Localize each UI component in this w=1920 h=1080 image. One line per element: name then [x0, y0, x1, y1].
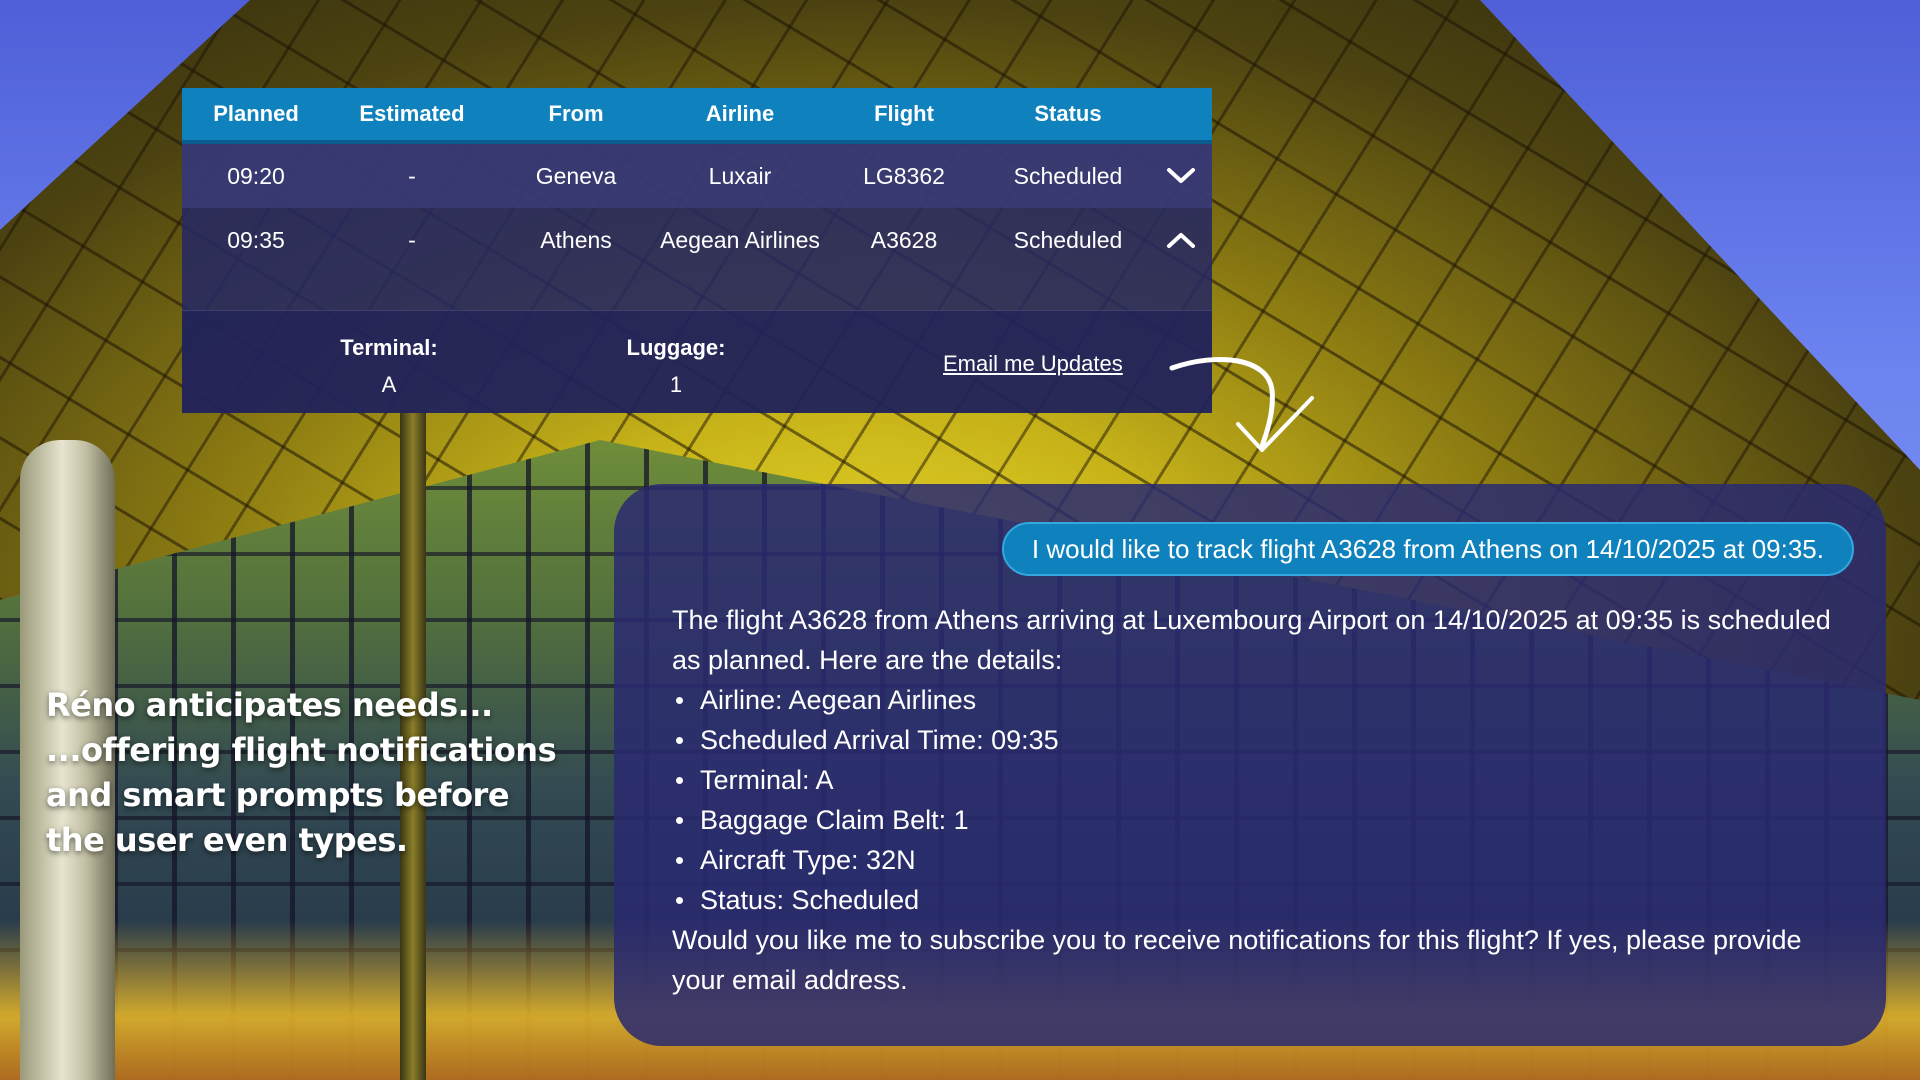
list-item: Baggage Claim Belt: 1 — [672, 800, 1852, 840]
chat-panel: I would like to track flight A3628 from … — [614, 484, 1886, 1046]
header-flight[interactable]: Flight — [822, 101, 986, 127]
cell-airline: Luxair — [708, 162, 772, 189]
promo-caption: Réno anticipates needs... ...offering fl… — [46, 683, 606, 863]
terminal-value: A — [381, 372, 397, 397]
reply-intro: The flight A3628 from Athens arriving at… — [672, 605, 1831, 675]
flight-board-header: Planned Estimated From Airline Flight St… — [182, 88, 1212, 144]
flight-board: Planned Estimated From Airline Flight St… — [182, 88, 1212, 413]
header-estimated[interactable]: Estimated — [330, 101, 494, 127]
reply-outro: Would you like me to subscribe you to re… — [672, 925, 1802, 995]
cell-from: Athens — [540, 226, 612, 253]
caption-line: the user even types. — [46, 821, 408, 859]
cell-planned: 09:35 — [227, 226, 285, 253]
caption-line: ...offering flight notifications — [46, 731, 557, 769]
chevron-down-icon[interactable] — [1150, 166, 1212, 186]
cell-flight: LG8362 — [863, 162, 945, 189]
caption-line: Réno anticipates needs... — [46, 686, 493, 724]
assistant-reply: The flight A3628 from Athens arriving at… — [672, 600, 1852, 1000]
chevron-up-icon[interactable] — [1150, 230, 1212, 250]
cell-flight: A3628 — [870, 226, 938, 253]
header-from[interactable]: From — [494, 101, 658, 127]
list-item: Scheduled Arrival Time: 09:35 — [672, 720, 1852, 760]
terminal-label: Terminal: — [340, 335, 438, 360]
cell-status: Scheduled — [1013, 226, 1123, 253]
header-planned[interactable]: Planned — [182, 101, 330, 127]
list-item: Terminal: A — [672, 760, 1852, 800]
list-item: Airline: Aegean Airlines — [672, 680, 1852, 720]
header-airline[interactable]: Airline — [658, 101, 822, 127]
cell-estimated: - — [408, 226, 416, 253]
cell-planned: 09:20 — [227, 162, 285, 189]
user-message-bubble: I would like to track flight A3628 from … — [1001, 522, 1854, 576]
reply-detail-list: Airline: Aegean Airlines Scheduled Arriv… — [672, 680, 1852, 920]
flight-row[interactable]: 09:35 - Athens Aegean Airlines A3628 Sch… — [182, 208, 1212, 272]
cell-estimated: - — [408, 162, 416, 189]
luggage-value: 1 — [669, 372, 683, 397]
list-item: Aircraft Type: 32N — [672, 840, 1852, 880]
cell-status: Scheduled — [1013, 162, 1123, 189]
list-item: Status: Scheduled — [672, 880, 1852, 920]
cell-from: Geneva — [535, 162, 617, 189]
header-status[interactable]: Status — [986, 101, 1150, 127]
luggage-label: Luggage: — [626, 335, 726, 360]
curved-arrow-icon — [1169, 356, 1314, 452]
cell-airline: Aegean Airlines — [660, 226, 820, 253]
flight-row[interactable]: 09:20 - Geneva Luxair LG8362 Scheduled — [182, 144, 1212, 208]
caption-line: and smart prompts before — [46, 776, 510, 814]
email-updates-link[interactable]: Email me Updates — [943, 351, 1123, 377]
flight-details-panel: Terminal: A Luggage: 1 Email me Updates — [182, 310, 1212, 413]
